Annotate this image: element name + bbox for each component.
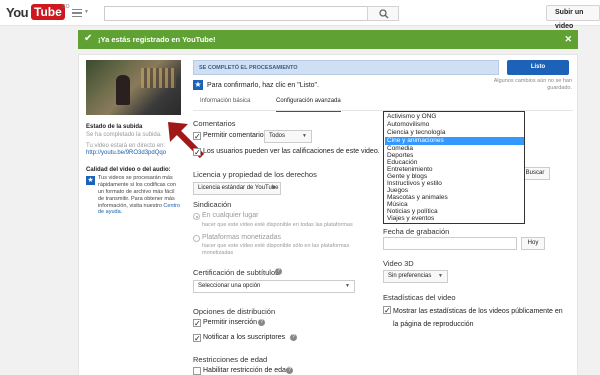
help-icon[interactable]: ? bbox=[290, 334, 297, 341]
guide-menu-icon[interactable] bbox=[72, 9, 82, 17]
help-icon[interactable]: ? bbox=[286, 367, 293, 374]
banner-message: ¡Ya estás registrado en YouTube! bbox=[98, 35, 216, 44]
category-option[interactable]: Ciencia y tecnología bbox=[387, 129, 446, 137]
star-icon: ★ bbox=[86, 176, 95, 185]
quality-text-block: Tus videos se procesarán más rápidamente… bbox=[98, 175, 180, 216]
video-stats-label: Mostrar las estadísticas de los videos p… bbox=[393, 308, 563, 328]
recording-date-input[interactable] bbox=[383, 237, 517, 250]
comments-title: Comentarios bbox=[193, 119, 236, 128]
allow-comments-label: Permitir comentarios bbox=[203, 132, 268, 139]
category-option[interactable]: Activismo y ONG bbox=[387, 113, 436, 121]
captions-title: Certificación de subtítulos bbox=[193, 268, 279, 277]
progress-label: SE COMPLETÓ EL PROCESAMIENTO bbox=[199, 65, 298, 71]
help-icon[interactable]: ? bbox=[258, 319, 265, 326]
chevron-down-icon[interactable]: ▼ bbox=[84, 9, 89, 15]
age-restriction-checkbox[interactable] bbox=[193, 367, 201, 375]
tab-basic-info[interactable]: Información básica bbox=[200, 98, 250, 104]
syndication-monetized-radio[interactable] bbox=[193, 235, 200, 242]
thumbnail-figure bbox=[116, 75, 130, 105]
quality-title: Calidad del video o del audio: bbox=[86, 167, 171, 173]
search-icon bbox=[379, 9, 389, 19]
allow-comments-checkbox[interactable] bbox=[193, 132, 201, 140]
today-button[interactable]: Hoy bbox=[521, 237, 545, 250]
captions-select-value: Seleccionar una opción bbox=[198, 283, 261, 289]
notify-subscribers-label: Notificar a los suscriptores bbox=[203, 334, 286, 341]
unsaved-note: Algunos cambios aún no se han guardado. bbox=[493, 78, 572, 92]
syndication-monetized-label: Plataformas monetizadas bbox=[202, 234, 281, 241]
category-option[interactable]: Viajes y eventos bbox=[387, 215, 434, 223]
captions-select[interactable]: Seleccionar una opción ▼ bbox=[193, 280, 355, 293]
show-ratings-checkbox[interactable] bbox=[193, 148, 201, 156]
confirm-text: Para confirmarlo, haz clic en "Listo". bbox=[207, 82, 319, 89]
success-banner: ✔ ¡Ya estás registrado en YouTube! ✕ bbox=[78, 30, 578, 49]
syndication-everywhere-desc: hacer que este video esté disponible en … bbox=[202, 222, 353, 228]
upload-status-title: Estado de la subida bbox=[86, 124, 143, 130]
search-button[interactable] bbox=[367, 6, 399, 21]
notify-subscribers-checkbox[interactable] bbox=[193, 334, 201, 342]
upload-video-button[interactable]: Subir un video bbox=[546, 5, 600, 30]
license-select-value: Licencia estándar de YouTube bbox=[198, 185, 279, 191]
comments-select-value: Todos bbox=[269, 133, 286, 139]
search-input[interactable] bbox=[104, 6, 368, 21]
live-label: Tu video estará en directo en: bbox=[86, 143, 166, 149]
allow-embed-label: Permitir inserción bbox=[203, 319, 258, 326]
video-3d-select[interactable]: Sin preferencias ▼ bbox=[383, 270, 448, 283]
youtube-logo-you[interactable]: You bbox=[6, 5, 29, 20]
show-ratings-label: Los usuarios pueden ver las calificacion… bbox=[203, 148, 380, 155]
age-restriction-title: Restricciones de edad bbox=[193, 355, 268, 364]
syndication-monetized-desc: hacer que este video esté disponible sól… bbox=[202, 243, 350, 257]
checkmark-icon: ✔ bbox=[84, 33, 93, 44]
video-stats-title: Estadísticas del video bbox=[383, 293, 456, 302]
help-icon[interactable]: ? bbox=[275, 268, 282, 275]
close-icon[interactable]: ✕ bbox=[564, 34, 572, 45]
thumbnail-background bbox=[141, 68, 176, 88]
done-button[interactable]: Listo bbox=[507, 60, 569, 75]
allow-embed-checkbox[interactable] bbox=[193, 319, 201, 327]
license-select[interactable]: Licencia estándar de YouTube ▼ bbox=[193, 182, 281, 195]
youtube-logo-tube[interactable]: Tube bbox=[31, 4, 65, 20]
chevron-down-icon: ▼ bbox=[345, 283, 350, 289]
syndication-everywhere-radio[interactable] bbox=[193, 213, 200, 220]
comments-select[interactable]: Todos ▼ bbox=[264, 130, 312, 143]
video-3d-select-value: Sin preferencias bbox=[388, 273, 432, 279]
video-thumbnail[interactable] bbox=[86, 60, 181, 115]
upload-status-text: Se ha completado la subida. bbox=[86, 132, 162, 138]
chevron-down-icon: ▼ bbox=[438, 273, 443, 279]
age-restriction-label: Habilitar restricción de edad bbox=[203, 367, 290, 374]
syndication-everywhere-label: En cualquier lugar bbox=[202, 212, 259, 219]
category-option[interactable]: Automovilismo bbox=[387, 121, 429, 129]
star-icon: ★ bbox=[193, 80, 203, 90]
category-option-selected[interactable]: Cine y animaciones bbox=[385, 137, 524, 145]
region-label: CO bbox=[62, 4, 70, 10]
license-title: Licencia y propiedad de los derechos bbox=[193, 170, 317, 179]
video-url-link[interactable]: http://youtu.be/9RO3d3pdQqo bbox=[86, 150, 166, 156]
category-dropdown[interactable]: Activismo y ONG Automovilismo Ciencia y … bbox=[383, 111, 525, 224]
video-3d-title: Video 3D bbox=[383, 259, 414, 268]
chevron-down-icon: ▼ bbox=[302, 133, 307, 139]
syndication-title: Sindicación bbox=[193, 200, 232, 209]
chevron-down-icon: ▼ bbox=[271, 185, 276, 191]
distribution-title: Opciones de distribución bbox=[193, 307, 276, 316]
processing-progress-bar: SE COMPLETÓ EL PROCESAMIENTO bbox=[193, 60, 499, 75]
video-stats-checkbox[interactable] bbox=[383, 306, 391, 314]
recording-date-title: Fecha de grabación bbox=[383, 227, 450, 236]
